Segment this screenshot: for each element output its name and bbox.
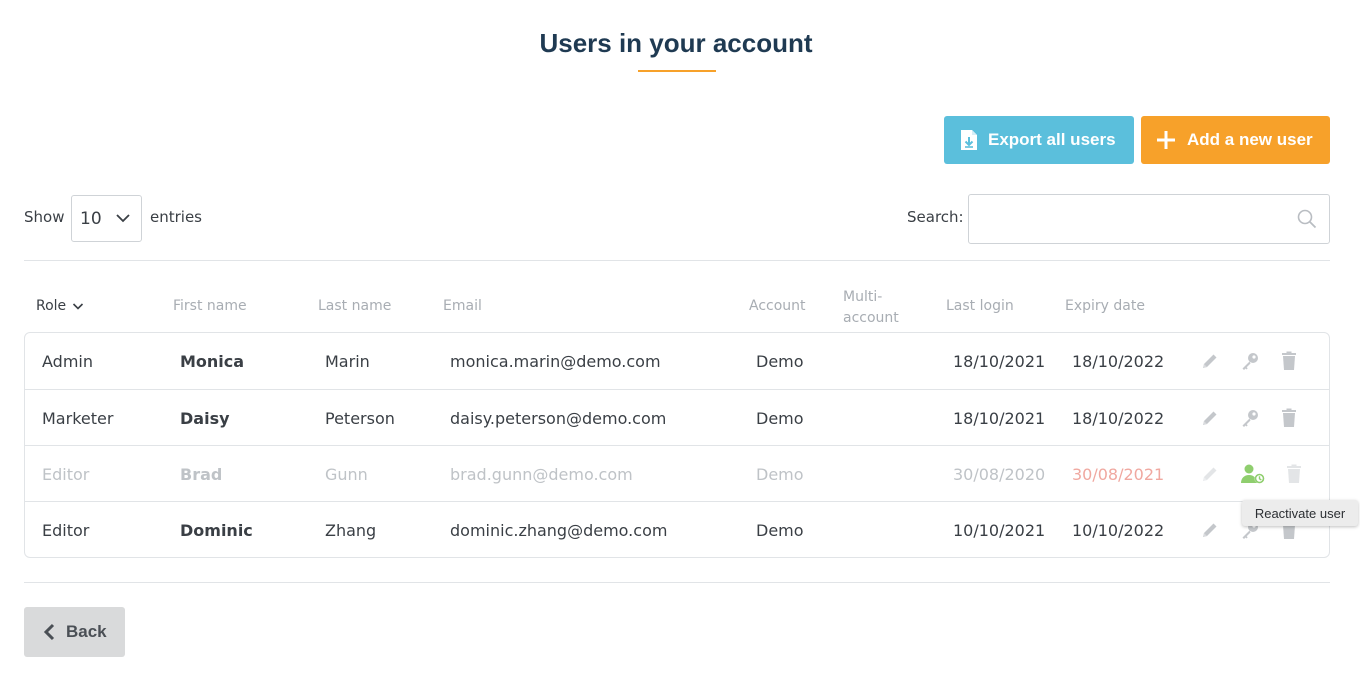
cell-last-login: 30/08/2020 <box>953 465 1046 484</box>
cell-role: Admin <box>42 352 93 371</box>
divider-top <box>24 260 1330 261</box>
cell-role: Editor <box>42 465 90 484</box>
cell-email: daisy.peterson@demo.com <box>450 409 667 428</box>
cell-email: brad.gunn@demo.com <box>450 465 633 484</box>
show-label: Show <box>24 208 65 226</box>
add-user-button[interactable]: Add a new user <box>1141 116 1330 164</box>
reactivate-tooltip: Reactivate user <box>1242 500 1358 526</box>
trash-icon[interactable] <box>1278 407 1300 429</box>
cell-expiry-date: 10/10/2022 <box>1072 521 1165 540</box>
export-users-button[interactable]: Export all users <box>944 116 1134 164</box>
file-download-icon <box>960 129 978 151</box>
table-row: Editor Brad Gunn brad.gunn@demo.com Demo… <box>25 445 1329 501</box>
column-header-role[interactable]: Role <box>36 298 84 314</box>
table-row: Admin Monica Marin monica.marin@demo.com… <box>25 333 1329 389</box>
chevron-left-icon <box>42 623 56 641</box>
title-underline <box>638 70 716 72</box>
column-header-multi-account-line2: account <box>843 310 899 326</box>
cell-expiry-date: 18/10/2022 <box>1072 409 1165 428</box>
entries-select-value: 10 <box>80 208 102 229</box>
table-row: Editor Dominic Zhang dominic.zhang@demo.… <box>25 501 1329 557</box>
column-header-first-name[interactable]: First name <box>173 298 247 314</box>
cell-last-name: Peterson <box>325 409 395 428</box>
search-field[interactable] <box>968 194 1330 244</box>
key-icon[interactable] <box>1239 350 1261 372</box>
cell-expiry-date: 18/10/2022 <box>1072 352 1165 371</box>
search-input[interactable] <box>979 195 1299 241</box>
cell-email: dominic.zhang@demo.com <box>450 521 668 540</box>
cell-first-name: Dominic <box>180 521 253 540</box>
pencil-icon <box>1199 463 1221 485</box>
table-row: Marketer Daisy Peterson daisy.peterson@d… <box>25 389 1329 445</box>
column-header-account[interactable]: Account <box>749 298 806 314</box>
sort-chevron-icon <box>72 300 84 312</box>
trash-icon <box>1283 463 1305 485</box>
cell-last-login: 10/10/2021 <box>953 521 1046 540</box>
column-header-expiry-date[interactable]: Expiry date <box>1065 298 1145 314</box>
column-header-multi-account-line1: Multi- <box>843 289 883 305</box>
key-icon[interactable] <box>1239 407 1261 429</box>
cell-first-name: Monica <box>180 352 245 371</box>
users-table: Admin Monica Marin monica.marin@demo.com… <box>24 332 1330 558</box>
search-label: Search: <box>907 208 964 226</box>
trash-icon[interactable] <box>1278 350 1300 372</box>
user-reactivate-icon[interactable] <box>1239 463 1267 485</box>
back-button[interactable]: Back <box>24 607 125 657</box>
cell-last-login: 18/10/2021 <box>953 352 1046 371</box>
chevron-down-icon <box>115 210 131 231</box>
column-header-role-label: Role <box>36 298 67 314</box>
column-header-multi-account[interactable]: Multi- account <box>843 287 899 329</box>
cell-expiry-date: 30/08/2021 <box>1072 465 1165 484</box>
add-user-label: Add a new user <box>1187 130 1313 149</box>
cell-role: Editor <box>42 521 90 540</box>
cell-last-name: Zhang <box>325 521 377 540</box>
cell-role: Marketer <box>42 409 114 428</box>
pencil-icon[interactable] <box>1199 519 1221 541</box>
entries-select[interactable]: 10 <box>71 195 142 242</box>
pencil-icon[interactable] <box>1199 350 1221 372</box>
plus-icon <box>1155 129 1177 151</box>
page-title: Users in your account <box>539 28 813 58</box>
divider-bottom <box>24 582 1330 583</box>
export-users-label: Export all users <box>988 130 1116 149</box>
search-icon <box>1297 209 1317 233</box>
back-label: Back <box>66 622 107 641</box>
cell-last-name: Gunn <box>325 465 368 484</box>
cell-last-login: 18/10/2021 <box>953 409 1046 428</box>
cell-account: Demo <box>756 465 804 484</box>
cell-account: Demo <box>756 521 804 540</box>
cell-account: Demo <box>756 409 804 428</box>
column-header-last-name[interactable]: Last name <box>318 298 391 314</box>
cell-first-name: Daisy <box>180 409 230 428</box>
column-header-last-login[interactable]: Last login <box>946 298 1014 314</box>
cell-first-name: Brad <box>180 465 223 484</box>
column-header-email[interactable]: Email <box>443 298 482 314</box>
cell-email: monica.marin@demo.com <box>450 352 661 371</box>
pencil-icon[interactable] <box>1199 407 1221 429</box>
cell-account: Demo <box>756 352 804 371</box>
entries-label: entries <box>150 208 202 226</box>
cell-last-name: Marin <box>325 352 370 371</box>
